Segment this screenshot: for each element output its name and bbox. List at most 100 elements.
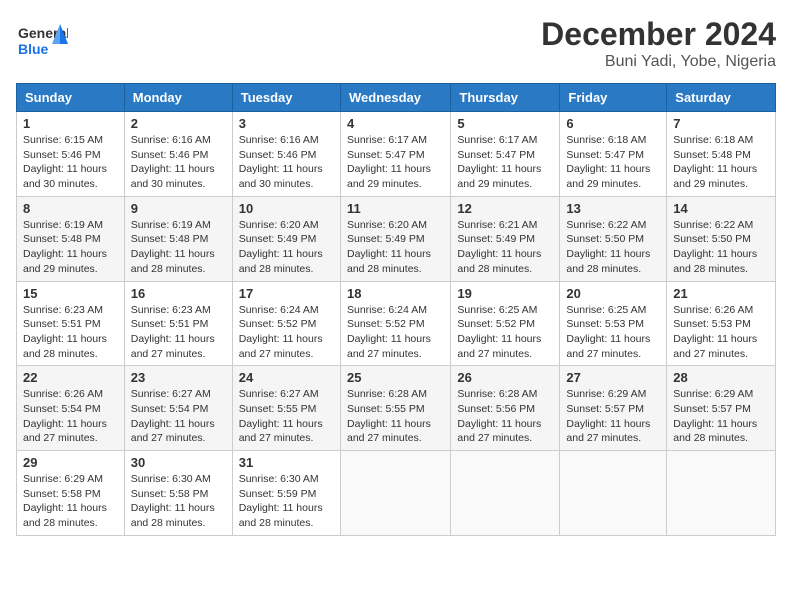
calendar-cell: 17 Sunrise: 6:24 AM Sunset: 5:52 PM Dayl… [232, 281, 340, 366]
weekday-header-sunday: Sunday [17, 84, 125, 112]
day-info: Sunrise: 6:19 AM Sunset: 5:48 PM Dayligh… [131, 218, 226, 277]
calendar-cell: 23 Sunrise: 6:27 AM Sunset: 5:54 PM Dayl… [124, 366, 232, 451]
calendar-cell: 11 Sunrise: 6:20 AM Sunset: 5:49 PM Dayl… [340, 196, 450, 281]
day-number: 11 [347, 201, 444, 216]
logo-icon: General Blue [16, 16, 68, 68]
day-info: Sunrise: 6:23 AM Sunset: 5:51 PM Dayligh… [23, 303, 118, 362]
day-info: Sunrise: 6:20 AM Sunset: 5:49 PM Dayligh… [347, 218, 444, 277]
calendar-cell: 20 Sunrise: 6:25 AM Sunset: 5:53 PM Dayl… [560, 281, 667, 366]
day-info: Sunrise: 6:30 AM Sunset: 5:58 PM Dayligh… [131, 472, 226, 531]
calendar-cell: 22 Sunrise: 6:26 AM Sunset: 5:54 PM Dayl… [17, 366, 125, 451]
day-info: Sunrise: 6:22 AM Sunset: 5:50 PM Dayligh… [673, 218, 769, 277]
calendar-cell: 6 Sunrise: 6:18 AM Sunset: 5:47 PM Dayli… [560, 112, 667, 197]
day-number: 8 [23, 201, 118, 216]
day-info: Sunrise: 6:25 AM Sunset: 5:52 PM Dayligh… [457, 303, 553, 362]
calendar-cell: 1 Sunrise: 6:15 AM Sunset: 5:46 PM Dayli… [17, 112, 125, 197]
calendar-cell: 14 Sunrise: 6:22 AM Sunset: 5:50 PM Dayl… [667, 196, 776, 281]
calendar-cell: 3 Sunrise: 6:16 AM Sunset: 5:46 PM Dayli… [232, 112, 340, 197]
day-info: Sunrise: 6:24 AM Sunset: 5:52 PM Dayligh… [347, 303, 444, 362]
calendar-cell [340, 451, 450, 536]
weekday-header-friday: Friday [560, 84, 667, 112]
day-info: Sunrise: 6:29 AM Sunset: 5:58 PM Dayligh… [23, 472, 118, 531]
day-info: Sunrise: 6:29 AM Sunset: 5:57 PM Dayligh… [566, 387, 660, 446]
calendar-cell: 5 Sunrise: 6:17 AM Sunset: 5:47 PM Dayli… [451, 112, 560, 197]
day-number: 19 [457, 286, 553, 301]
page-subtitle: Buni Yadi, Yobe, Nigeria [541, 53, 776, 71]
day-number: 3 [239, 116, 334, 131]
day-info: Sunrise: 6:28 AM Sunset: 5:56 PM Dayligh… [457, 387, 553, 446]
calendar-cell: 2 Sunrise: 6:16 AM Sunset: 5:46 PM Dayli… [124, 112, 232, 197]
calendar-cell [451, 451, 560, 536]
day-info: Sunrise: 6:16 AM Sunset: 5:46 PM Dayligh… [131, 133, 226, 192]
calendar-cell: 13 Sunrise: 6:22 AM Sunset: 5:50 PM Dayl… [560, 196, 667, 281]
calendar-cell: 30 Sunrise: 6:30 AM Sunset: 5:58 PM Dayl… [124, 451, 232, 536]
day-info: Sunrise: 6:17 AM Sunset: 5:47 PM Dayligh… [347, 133, 444, 192]
day-number: 15 [23, 286, 118, 301]
title-block: December 2024 Buni Yadi, Yobe, Nigeria [541, 16, 776, 71]
day-number: 1 [23, 116, 118, 131]
day-info: Sunrise: 6:20 AM Sunset: 5:49 PM Dayligh… [239, 218, 334, 277]
calendar-cell: 18 Sunrise: 6:24 AM Sunset: 5:52 PM Dayl… [340, 281, 450, 366]
calendar-table: SundayMondayTuesdayWednesdayThursdayFrid… [16, 83, 776, 536]
day-number: 22 [23, 370, 118, 385]
day-number: 21 [673, 286, 769, 301]
calendar-week-row: 22 Sunrise: 6:26 AM Sunset: 5:54 PM Dayl… [17, 366, 776, 451]
day-info: Sunrise: 6:19 AM Sunset: 5:48 PM Dayligh… [23, 218, 118, 277]
day-info: Sunrise: 6:25 AM Sunset: 5:53 PM Dayligh… [566, 303, 660, 362]
calendar-cell [667, 451, 776, 536]
day-number: 2 [131, 116, 226, 131]
weekday-header-saturday: Saturday [667, 84, 776, 112]
calendar-week-row: 1 Sunrise: 6:15 AM Sunset: 5:46 PM Dayli… [17, 112, 776, 197]
day-number: 28 [673, 370, 769, 385]
day-info: Sunrise: 6:24 AM Sunset: 5:52 PM Dayligh… [239, 303, 334, 362]
day-number: 14 [673, 201, 769, 216]
day-number: 30 [131, 455, 226, 470]
day-info: Sunrise: 6:28 AM Sunset: 5:55 PM Dayligh… [347, 387, 444, 446]
calendar-cell: 24 Sunrise: 6:27 AM Sunset: 5:55 PM Dayl… [232, 366, 340, 451]
calendar-cell: 29 Sunrise: 6:29 AM Sunset: 5:58 PM Dayl… [17, 451, 125, 536]
day-number: 9 [131, 201, 226, 216]
day-info: Sunrise: 6:26 AM Sunset: 5:54 PM Dayligh… [23, 387, 118, 446]
calendar-cell: 4 Sunrise: 6:17 AM Sunset: 5:47 PM Dayli… [340, 112, 450, 197]
calendar-cell: 28 Sunrise: 6:29 AM Sunset: 5:57 PM Dayl… [667, 366, 776, 451]
calendar-cell: 19 Sunrise: 6:25 AM Sunset: 5:52 PM Dayl… [451, 281, 560, 366]
day-number: 20 [566, 286, 660, 301]
day-info: Sunrise: 6:21 AM Sunset: 5:49 PM Dayligh… [457, 218, 553, 277]
day-number: 16 [131, 286, 226, 301]
calendar-cell: 15 Sunrise: 6:23 AM Sunset: 5:51 PM Dayl… [17, 281, 125, 366]
calendar-cell: 8 Sunrise: 6:19 AM Sunset: 5:48 PM Dayli… [17, 196, 125, 281]
svg-text:Blue: Blue [18, 41, 49, 57]
day-info: Sunrise: 6:22 AM Sunset: 5:50 PM Dayligh… [566, 218, 660, 277]
day-number: 5 [457, 116, 553, 131]
day-info: Sunrise: 6:23 AM Sunset: 5:51 PM Dayligh… [131, 303, 226, 362]
calendar-cell: 26 Sunrise: 6:28 AM Sunset: 5:56 PM Dayl… [451, 366, 560, 451]
day-info: Sunrise: 6:30 AM Sunset: 5:59 PM Dayligh… [239, 472, 334, 531]
weekday-header-tuesday: Tuesday [232, 84, 340, 112]
calendar-cell: 12 Sunrise: 6:21 AM Sunset: 5:49 PM Dayl… [451, 196, 560, 281]
calendar-cell: 31 Sunrise: 6:30 AM Sunset: 5:59 PM Dayl… [232, 451, 340, 536]
day-number: 26 [457, 370, 553, 385]
calendar-cell: 10 Sunrise: 6:20 AM Sunset: 5:49 PM Dayl… [232, 196, 340, 281]
calendar-cell: 7 Sunrise: 6:18 AM Sunset: 5:48 PM Dayli… [667, 112, 776, 197]
page-title: December 2024 [541, 16, 776, 53]
day-number: 6 [566, 116, 660, 131]
day-number: 24 [239, 370, 334, 385]
day-number: 18 [347, 286, 444, 301]
day-info: Sunrise: 6:27 AM Sunset: 5:55 PM Dayligh… [239, 387, 334, 446]
calendar-cell [560, 451, 667, 536]
day-number: 7 [673, 116, 769, 131]
day-number: 29 [23, 455, 118, 470]
page-header: General Blue December 2024 Buni Yadi, Yo… [16, 16, 776, 71]
day-info: Sunrise: 6:18 AM Sunset: 5:47 PM Dayligh… [566, 133, 660, 192]
day-info: Sunrise: 6:15 AM Sunset: 5:46 PM Dayligh… [23, 133, 118, 192]
calendar-week-row: 29 Sunrise: 6:29 AM Sunset: 5:58 PM Dayl… [17, 451, 776, 536]
day-number: 12 [457, 201, 553, 216]
weekday-header-wednesday: Wednesday [340, 84, 450, 112]
weekday-header-thursday: Thursday [451, 84, 560, 112]
weekday-header-monday: Monday [124, 84, 232, 112]
day-info: Sunrise: 6:18 AM Sunset: 5:48 PM Dayligh… [673, 133, 769, 192]
day-number: 27 [566, 370, 660, 385]
day-info: Sunrise: 6:16 AM Sunset: 5:46 PM Dayligh… [239, 133, 334, 192]
day-info: Sunrise: 6:27 AM Sunset: 5:54 PM Dayligh… [131, 387, 226, 446]
calendar-cell: 25 Sunrise: 6:28 AM Sunset: 5:55 PM Dayl… [340, 366, 450, 451]
